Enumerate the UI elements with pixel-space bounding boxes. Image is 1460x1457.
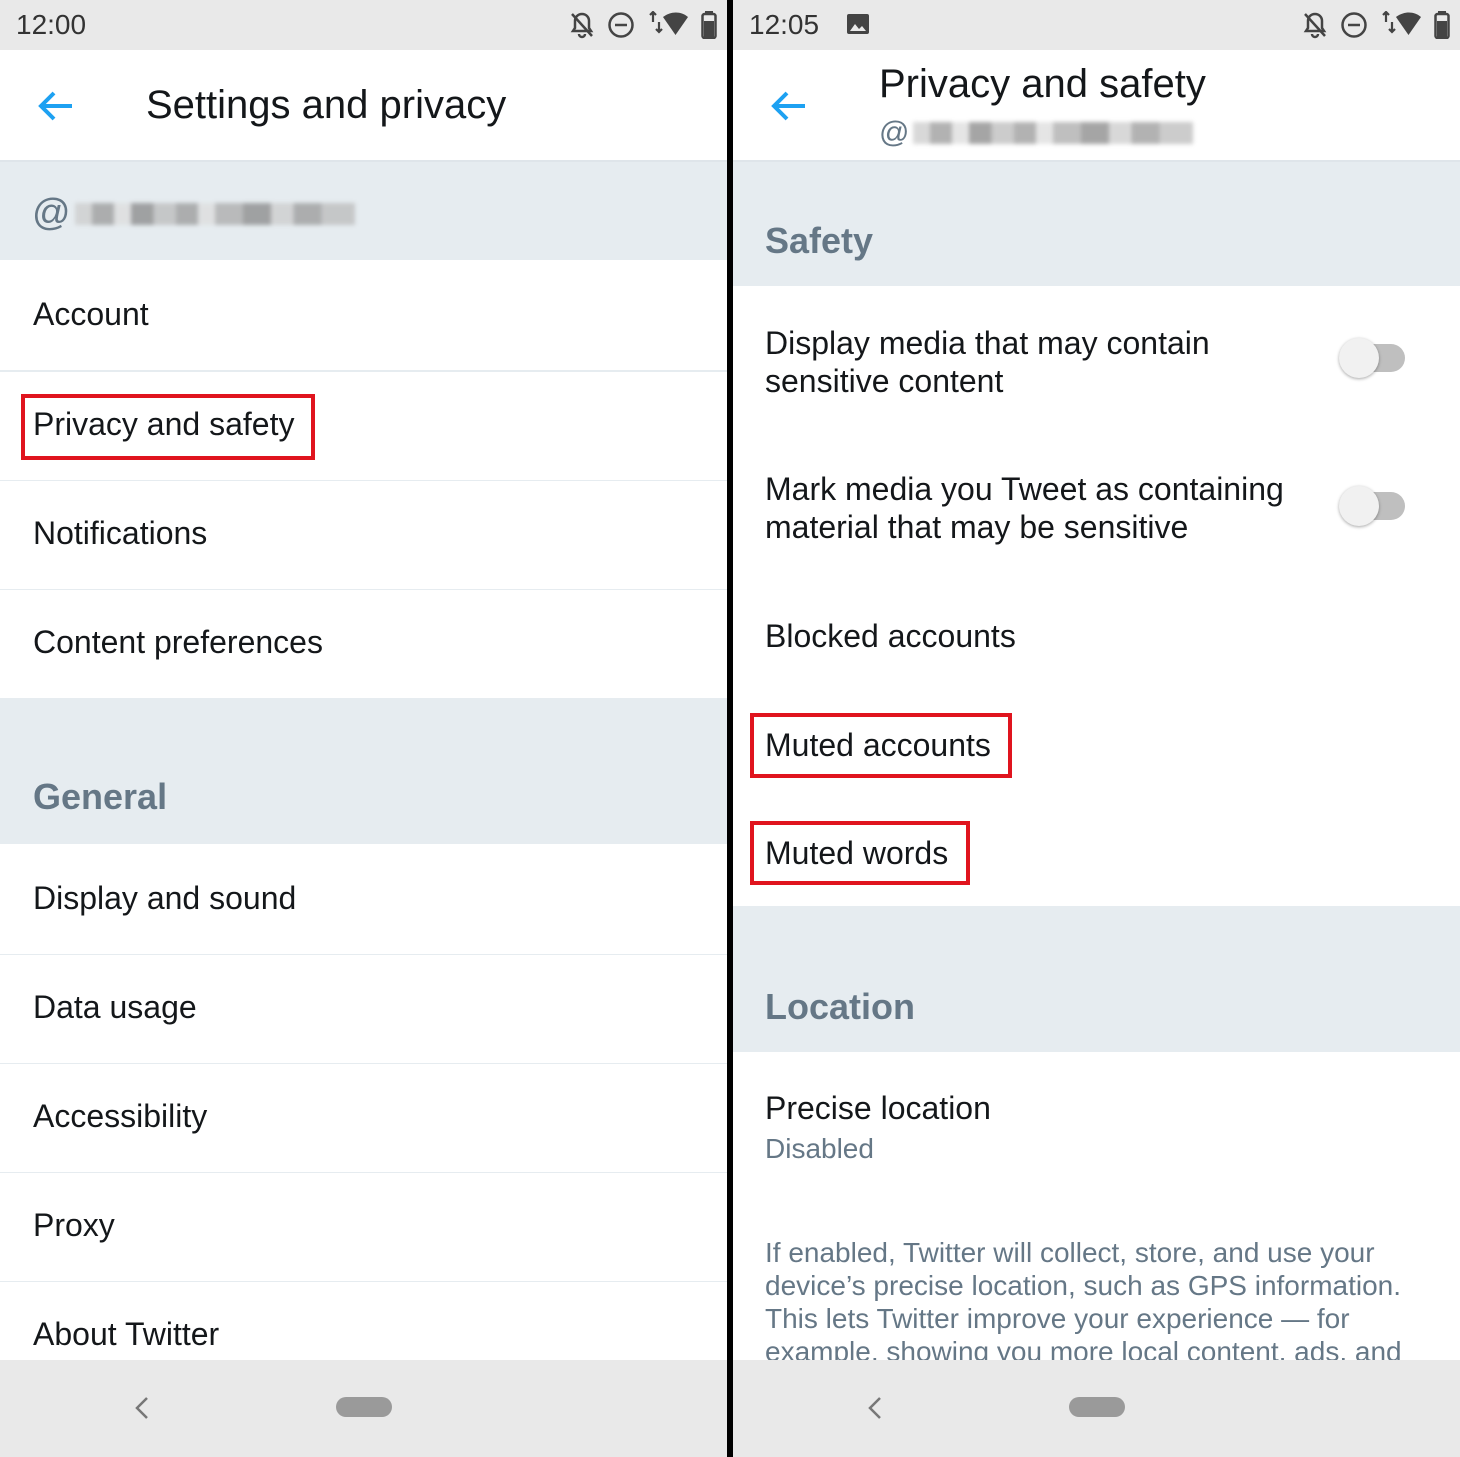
handle-prefix: @ [879, 116, 910, 149]
menu-item-label: Content preferences [33, 624, 323, 660]
precise-location-value: Disabled [765, 1133, 874, 1164]
sensitive-media-toggle[interactable] [1339, 338, 1405, 378]
back-arrow-icon[interactable] [36, 86, 76, 126]
menu-item-label: Proxy [33, 1207, 115, 1243]
battery-icon [1434, 11, 1450, 39]
toggle-row-sensitive-media[interactable]: Display media that may contain sensitive… [733, 286, 1460, 432]
precise-location-row[interactable]: Precise location Disabled [733, 1052, 1460, 1182]
toggle-knob [1339, 486, 1379, 526]
menu-item-label: About Twitter [33, 1316, 220, 1352]
status-bar: 12:00 [0, 0, 727, 50]
page-title: Privacy and safety [879, 62, 1206, 106]
settings-screen: 12:00 Settings and privacy @ Account Pri… [0, 0, 727, 1457]
safety-section-band: Safety [733, 162, 1460, 286]
menu-item-label: Data usage [33, 989, 197, 1025]
toggle-label: Display media that may contain sensitive… [765, 325, 1210, 399]
account-handle-band: @ [0, 162, 727, 260]
menu-item-label: Blocked accounts [765, 618, 1016, 654]
page-title: Settings and privacy [146, 83, 507, 127]
menu-item-proxy[interactable]: Proxy [0, 1173, 727, 1283]
section-header-general: General [33, 776, 168, 817]
precise-location-label: Precise location [765, 1090, 991, 1126]
menu-item-display-and-sound[interactable]: Display and sound [0, 846, 727, 956]
menu-item-label: Accessibility [33, 1098, 208, 1134]
highlight-box-privacy-and-safety [21, 394, 315, 460]
navigation-bar [0, 1360, 727, 1457]
menu-item-label: Account [33, 296, 149, 332]
toggle-row-mark-media[interactable]: Mark media you Tweet as containing mater… [733, 432, 1460, 580]
status-time: 12:05 [749, 9, 820, 40]
highlight-box-muted-accounts [750, 713, 1012, 778]
toggle-label: Mark media you Tweet as containing mater… [765, 471, 1284, 545]
image-icon [847, 14, 869, 34]
general-section-band: General [0, 698, 727, 844]
section-header-safety: Safety [765, 220, 874, 261]
handle-prefix: @ [32, 192, 71, 234]
blurred-username [913, 122, 1194, 144]
notifications-off-icon [570, 12, 594, 39]
account-handle: @ [879, 116, 1194, 150]
nav-home-pill[interactable] [1069, 1397, 1125, 1417]
menu-item-account[interactable]: Account [0, 262, 727, 372]
battery-icon [701, 11, 717, 39]
toggle-knob [1339, 338, 1379, 378]
menu-item-notifications[interactable]: Notifications [0, 481, 727, 591]
mark-media-toggle[interactable] [1339, 486, 1405, 526]
navigation-bar [733, 1360, 1460, 1457]
menu-item-label: Display and sound [33, 880, 297, 916]
wifi-icon [649, 11, 688, 35]
wifi-icon [1382, 11, 1421, 35]
blurred-username [74, 202, 355, 225]
nav-back-icon[interactable] [863, 1390, 887, 1426]
app-bar: Settings and privacy [0, 50, 727, 162]
app-bar: Privacy and safety @ [733, 50, 1460, 162]
location-section-band: Location [733, 906, 1460, 1052]
status-bar: 12:05 [733, 0, 1460, 50]
location-description: If enabled, Twitter will collect, store,… [765, 1237, 1402, 1367]
notifications-off-icon [1303, 12, 1327, 39]
highlight-box-muted-words [750, 821, 970, 885]
do-not-disturb-icon [1341, 12, 1367, 38]
menu-item-accessibility[interactable]: Accessibility [0, 1064, 727, 1174]
menu-item-data-usage[interactable]: Data usage [0, 955, 727, 1065]
status-time: 12:00 [16, 9, 87, 40]
section-header-location: Location [765, 986, 915, 1027]
nav-back-icon[interactable] [130, 1390, 154, 1426]
menu-item-blocked-accounts[interactable]: Blocked accounts [733, 580, 1460, 690]
do-not-disturb-icon [608, 12, 634, 38]
back-arrow-icon[interactable] [769, 86, 809, 126]
menu-item-label: Notifications [33, 515, 208, 551]
nav-home-pill[interactable] [336, 1397, 392, 1417]
menu-item-content-preferences[interactable]: Content preferences [0, 590, 727, 698]
privacy-safety-screen: 12:05 Privacy and safety @ Safety Displa… [733, 0, 1460, 1457]
